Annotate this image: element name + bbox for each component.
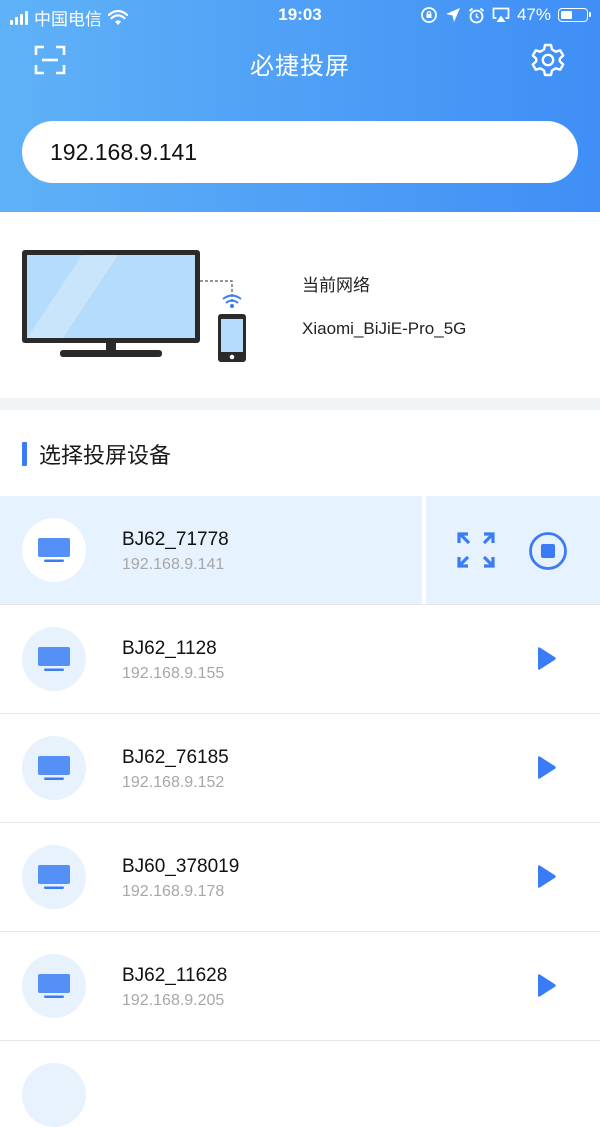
tv-icon <box>38 756 70 780</box>
play-icon <box>538 865 556 888</box>
play-icon <box>538 647 556 670</box>
device-ip: 192.168.9.141 <box>122 556 225 573</box>
device-avatar <box>22 627 86 691</box>
device-row[interactable] <box>0 1041 600 1127</box>
device-ip: 192.168.9.178 <box>122 883 225 900</box>
tv-icon <box>38 647 70 671</box>
start-cast-button[interactable] <box>528 968 564 1004</box>
section-title: 选择投屏设备 <box>39 443 172 468</box>
row-divider <box>422 496 426 604</box>
device-row[interactable]: BJ60_378019 192.168.9.178 <box>0 823 600 932</box>
play-icon <box>538 974 556 997</box>
device-avatar <box>22 1063 86 1127</box>
device-row[interactable]: BJ62_1128 192.168.9.155 <box>0 605 600 714</box>
device-name: BJ62_11628 <box>122 965 228 986</box>
alarm-icon <box>468 7 485 23</box>
battery-level <box>561 11 572 19</box>
start-cast-button[interactable] <box>528 859 564 895</box>
network-ssid: Xiaomi_BiJiE-Pro_5G <box>302 319 467 338</box>
section-header: 选择投屏设备 <box>22 440 171 468</box>
tv-icon <box>38 974 70 998</box>
network-info-card: 当前网络 Xiaomi_BiJiE-Pro_5G <box>0 212 600 398</box>
device-list: BJ62_71778 192.168.9.141 BJ62_1128 192.1… <box>0 496 600 1127</box>
device-name: BJ62_76185 <box>122 747 229 768</box>
top-bar: 必捷投屏 <box>0 30 600 92</box>
tv-phone-illustration <box>22 250 246 362</box>
status-bar: 中国电信 19:03 47% <box>0 0 600 30</box>
battery-percent: 47% <box>516 5 551 24</box>
device-avatar <box>22 518 86 582</box>
settings-button[interactable] <box>530 42 566 78</box>
device-ip: 192.168.9.155 <box>122 665 225 682</box>
section-divider <box>0 398 600 410</box>
current-network-label: 当前网络 <box>302 276 370 295</box>
device-name: BJ60_378019 <box>122 856 240 877</box>
fullscreen-button[interactable] <box>455 529 497 571</box>
ip-address-input[interactable] <box>22 121 578 183</box>
stop-cast-button[interactable] <box>528 531 568 571</box>
page-title: 必捷投屏 <box>250 53 350 80</box>
device-ip: 192.168.9.205 <box>122 992 225 1009</box>
device-avatar <box>22 736 86 800</box>
location-icon <box>445 8 460 22</box>
tv-icon <box>38 865 70 889</box>
app-header: 中国电信 19:03 47% 必捷投屏 <box>0 0 600 212</box>
device-row[interactable]: BJ62_76185 192.168.9.152 <box>0 714 600 823</box>
device-avatar <box>22 845 86 909</box>
device-name: BJ62_1128 <box>122 638 217 659</box>
device-row[interactable]: BJ62_71778 192.168.9.141 <box>0 496 600 605</box>
start-cast-button[interactable] <box>528 641 564 677</box>
battery-icon <box>558 8 591 22</box>
airplay-icon <box>492 7 510 22</box>
device-row[interactable]: BJ62_11628 192.168.9.205 <box>0 932 600 1041</box>
gear-icon <box>531 43 565 77</box>
tv-icon <box>38 538 70 562</box>
device-ip: 192.168.9.152 <box>122 774 225 791</box>
device-avatar <box>22 954 86 1018</box>
stop-icon <box>529 532 567 570</box>
fullscreen-icon <box>457 532 495 568</box>
rotation-lock-icon <box>421 7 437 23</box>
play-icon <box>538 756 556 779</box>
start-cast-button[interactable] <box>528 750 564 786</box>
device-name: BJ62_71778 <box>122 529 229 550</box>
section-accent-bar <box>22 442 27 466</box>
